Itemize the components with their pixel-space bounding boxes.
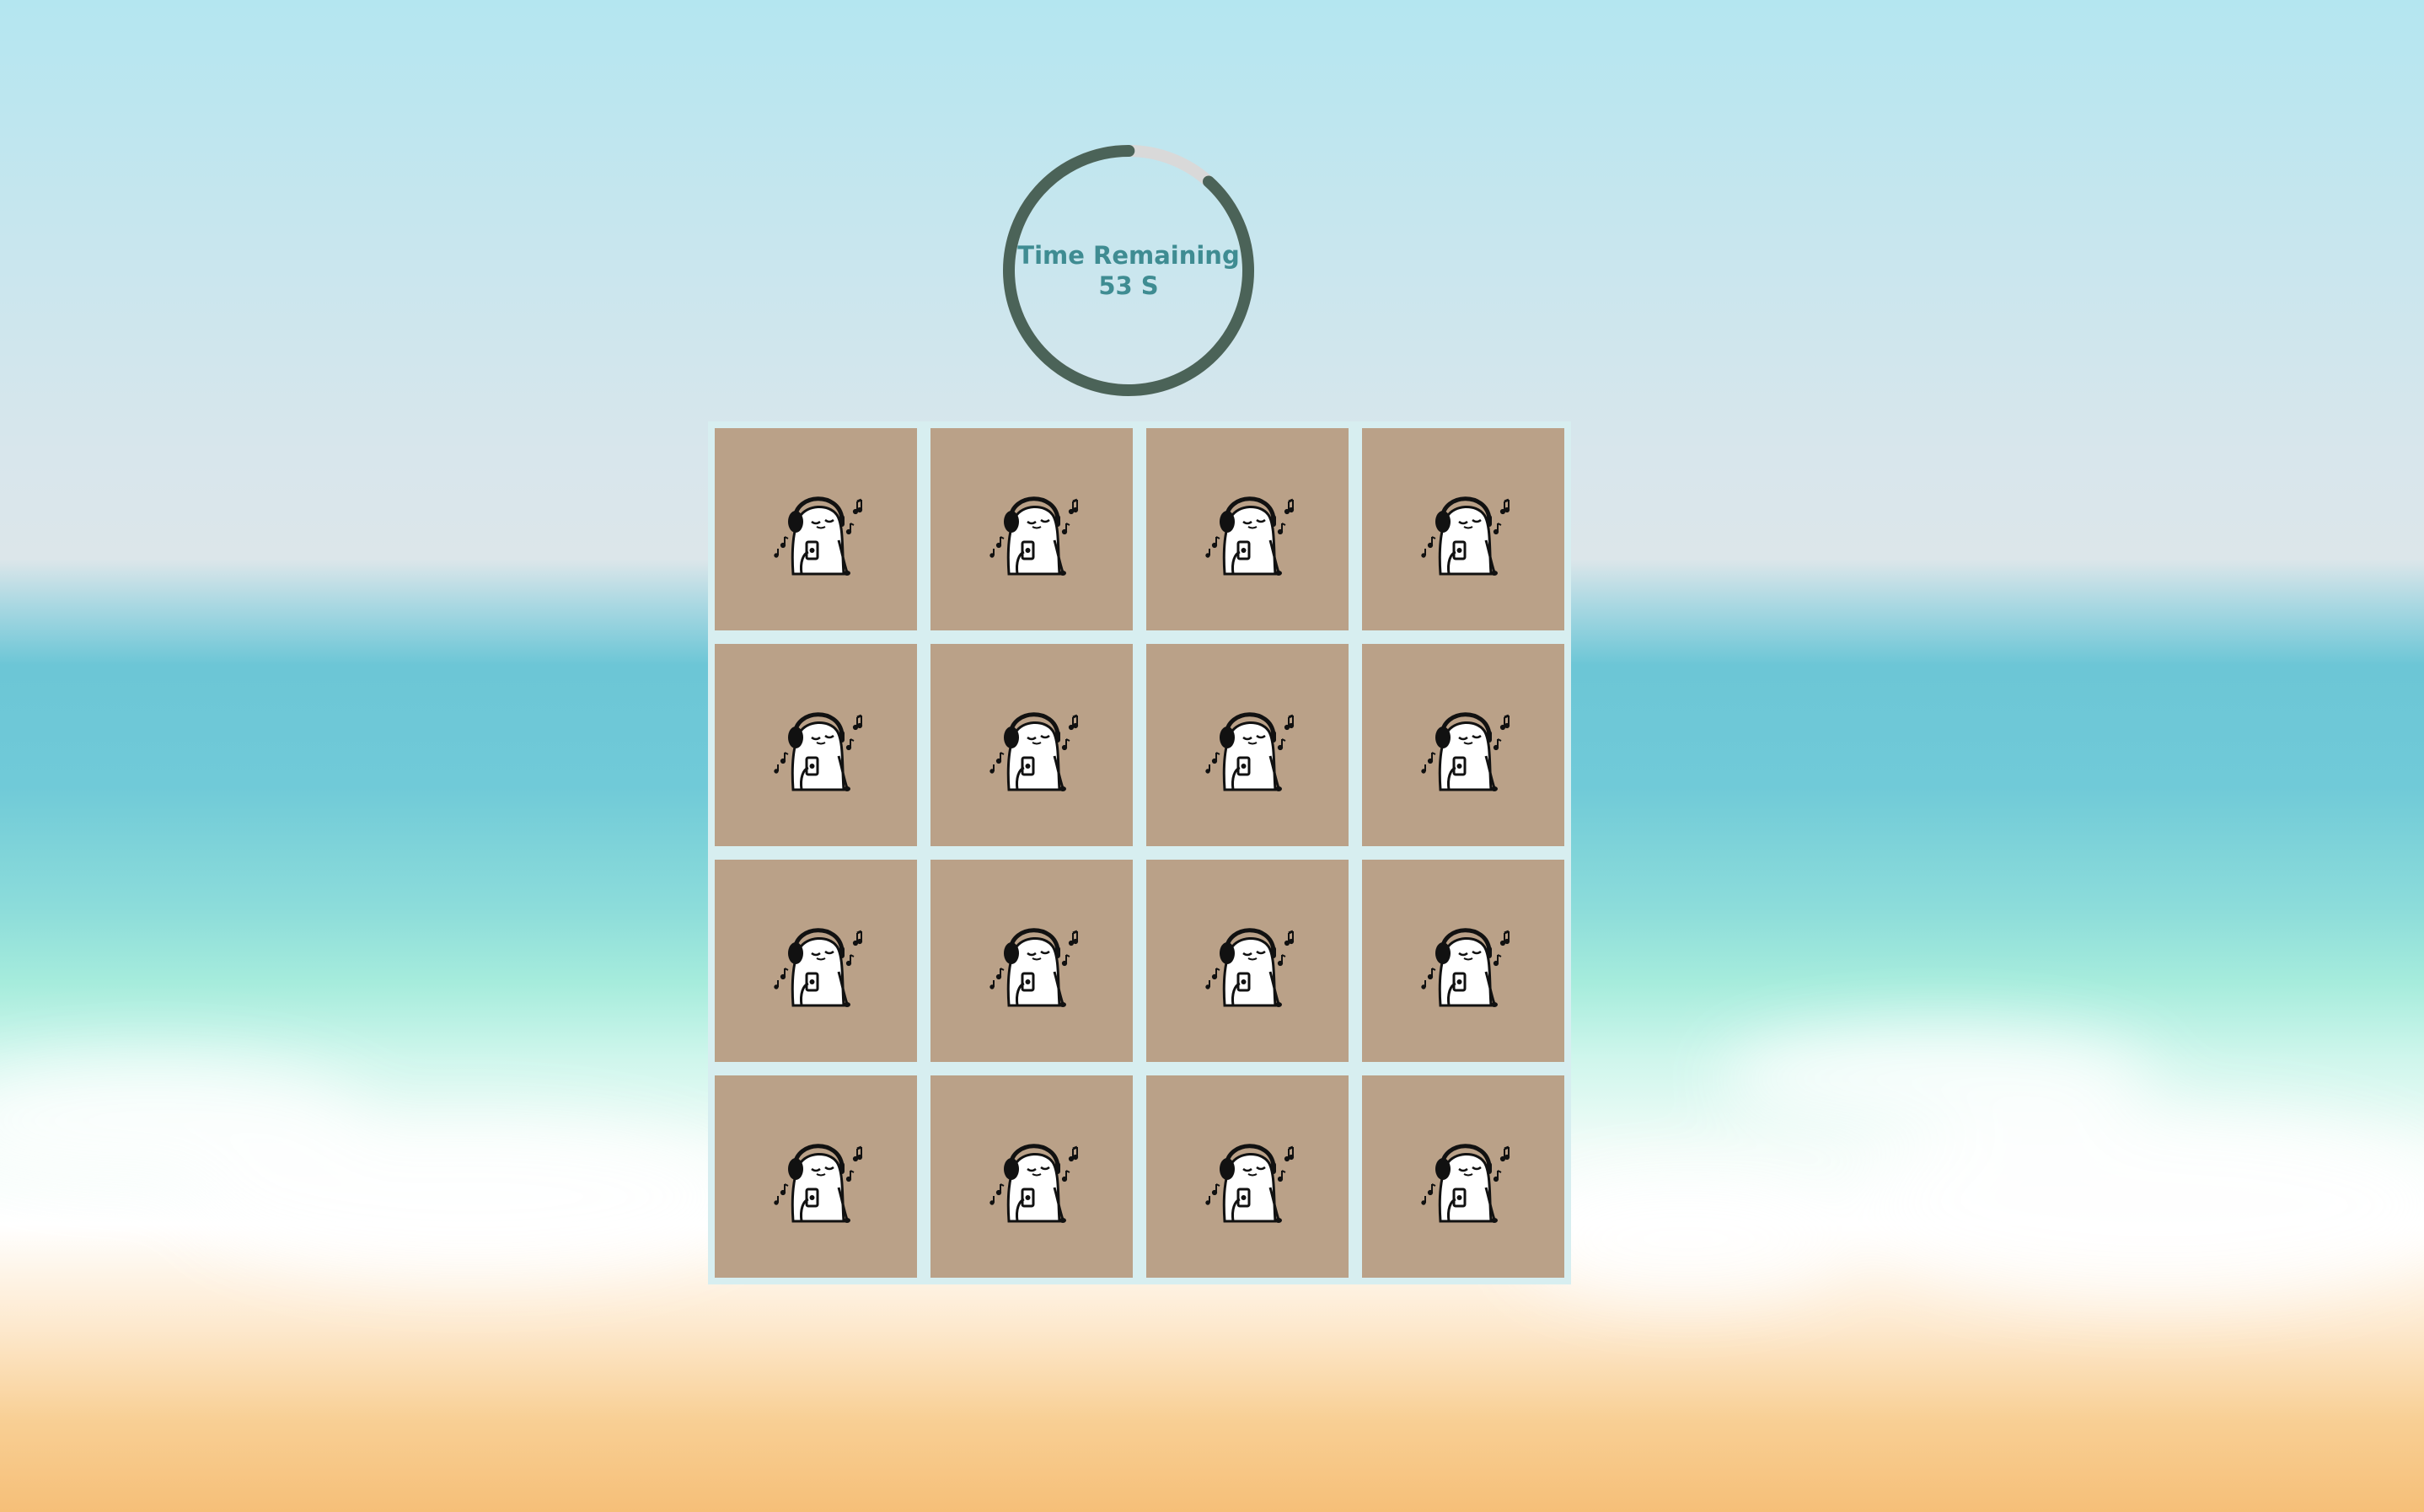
card-r4-c2[interactable] — [930, 1075, 1133, 1278]
card-r2-c3[interactable] — [1146, 644, 1349, 846]
headphones-blob-music-icon — [1421, 928, 1510, 1007]
headphones-blob-music-icon — [774, 496, 863, 576]
card-r1-c1[interactable] — [715, 428, 917, 630]
card-r2-c2[interactable] — [930, 644, 1133, 846]
card-r4-c1[interactable] — [715, 1075, 917, 1278]
headphones-blob-music-icon — [989, 928, 1079, 1007]
card-r1-c2[interactable] — [930, 428, 1133, 630]
countdown-timer: Time Remaining 53 S — [1000, 142, 1258, 399]
headphones-blob-music-icon — [774, 928, 863, 1007]
card-r4-c3[interactable] — [1146, 1075, 1349, 1278]
card-r3-c2[interactable] — [930, 860, 1133, 1062]
headphones-blob-music-icon — [1205, 928, 1295, 1007]
headphones-blob-music-icon — [989, 1144, 1079, 1223]
headphones-blob-music-icon — [989, 712, 1079, 791]
card-r1-c3[interactable] — [1146, 428, 1349, 630]
card-r3-c4[interactable] — [1362, 860, 1564, 1062]
headphones-blob-music-icon — [1205, 496, 1295, 576]
timer-value: 53 S — [1098, 271, 1159, 300]
headphones-blob-music-icon — [1205, 1144, 1295, 1223]
headphones-blob-music-icon — [1421, 496, 1510, 576]
headphones-blob-music-icon — [989, 496, 1079, 576]
headphones-blob-music-icon — [1421, 1144, 1510, 1223]
timer-text: Time Remaining 53 S — [1000, 142, 1258, 399]
headphones-blob-music-icon — [774, 1144, 863, 1223]
headphones-blob-music-icon — [1421, 712, 1510, 791]
card-r3-c3[interactable] — [1146, 860, 1349, 1062]
card-r1-c4[interactable] — [1362, 428, 1564, 630]
card-r2-c4[interactable] — [1362, 644, 1564, 846]
memory-board — [708, 421, 1571, 1284]
headphones-blob-music-icon — [774, 712, 863, 791]
headphones-blob-music-icon — [1205, 712, 1295, 791]
card-r3-c1[interactable] — [715, 860, 917, 1062]
card-r2-c1[interactable] — [715, 644, 917, 846]
timer-label: Time Remaining — [1017, 241, 1240, 270]
card-r4-c4[interactable] — [1362, 1075, 1564, 1278]
